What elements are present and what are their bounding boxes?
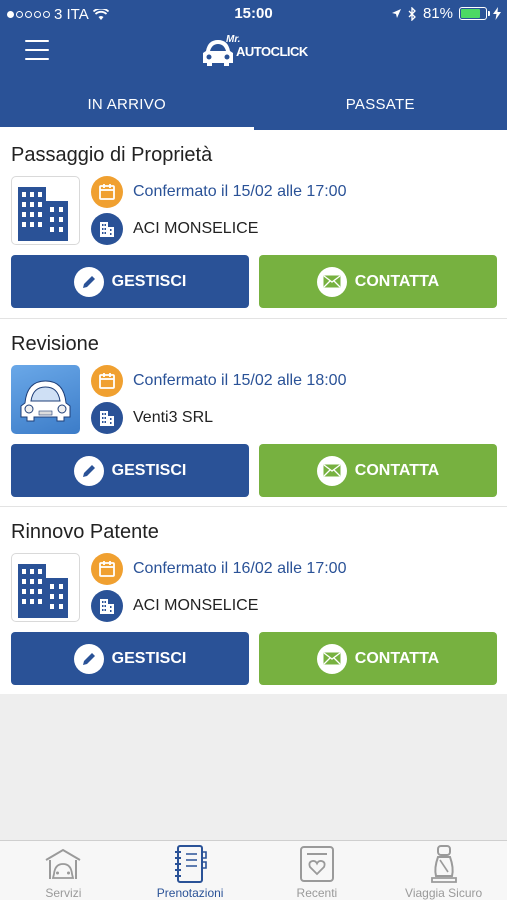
gestisci-button[interactable]: GESTISCI <box>11 255 249 308</box>
booking-status: Confermato il 15/02 alle 18:00 <box>133 372 347 389</box>
tabbar-label: Prenotazioni <box>156 886 224 900</box>
app-logo: Mr. AUTOCLICK <box>200 34 310 70</box>
envelope-icon <box>316 455 347 486</box>
gestisci-label: GESTISCI <box>111 272 187 290</box>
agenda-icon <box>170 844 210 884</box>
booking-status: Confermato il 15/02 alle 17:00 <box>133 183 347 200</box>
tabbar-label: Servizi <box>45 886 82 900</box>
car-icon <box>11 365 80 434</box>
bookings-list: Passaggio di Proprietà Confermato il 15/… <box>0 130 507 694</box>
office-icon <box>91 213 123 245</box>
pencil-icon <box>73 455 104 486</box>
contatta-label: CONTATTA <box>354 461 440 479</box>
gestisci-label: GESTISCI <box>111 461 187 479</box>
booking-title: Revisione <box>11 333 99 355</box>
bluetooth-icon <box>408 6 416 21</box>
calendar-icon <box>91 365 123 397</box>
booking-place: ACI MONSELICE <box>133 597 259 614</box>
tabs: IN ARRIVO PASSATE <box>0 88 507 130</box>
office-icon <box>91 402 123 434</box>
status-bar: 3 ITA 15:00 81% <box>0 0 507 28</box>
booking-card: Revisione Confermato il 15/02 alle 18:00… <box>0 318 507 506</box>
tab-passate[interactable]: PASSATE <box>254 88 507 130</box>
battery-percent: 81% <box>422 5 453 22</box>
booking-place: Venti3 SRL <box>133 409 214 426</box>
booking-card: Passaggio di Proprietà Confermato il 15/… <box>0 130 507 318</box>
booking-title: Rinnovo Patente <box>11 521 159 543</box>
booking-status: Confermato il 16/02 alle 17:00 <box>133 560 347 577</box>
gestisci-button[interactable]: GESTISCI <box>11 444 249 497</box>
building-icon <box>11 553 80 622</box>
contatta-button[interactable]: CONTATTA <box>259 444 497 497</box>
envelope-icon <box>316 266 347 297</box>
booking-place: ACI MONSELICE <box>133 220 259 237</box>
calendar-icon <box>91 176 123 208</box>
pencil-icon <box>73 643 104 674</box>
calendar-icon <box>91 553 123 585</box>
menu-button[interactable] <box>25 40 49 60</box>
tabbar-item-viaggia-sicuro[interactable]: Viaggia Sicuro <box>380 841 507 900</box>
contatta-button[interactable]: CONTATTA <box>259 632 497 685</box>
tabbar-item-recenti[interactable]: Recenti <box>254 841 381 900</box>
location-icon <box>391 9 401 18</box>
contatta-label: CONTATTA <box>354 649 440 667</box>
contatta-label: CONTATTA <box>354 272 440 290</box>
gestisci-button[interactable]: GESTISCI <box>11 632 249 685</box>
garage-icon <box>43 844 83 884</box>
charging-icon <box>493 7 501 20</box>
favorite-icon <box>297 844 337 884</box>
contatta-button[interactable]: CONTATTA <box>259 255 497 308</box>
tabbar-item-prenotazioni[interactable]: Prenotazioni <box>127 841 254 900</box>
tabbar-label: Recenti <box>296 886 338 900</box>
logo-name: AUTOCLICK <box>236 44 308 59</box>
office-icon <box>91 590 123 622</box>
building-icon <box>11 176 80 245</box>
tabbar-item-servizi[interactable]: Servizi <box>0 841 127 900</box>
pencil-icon <box>73 266 104 297</box>
bottom-tabbar: Servizi Prenotazioni Recenti Viaggia Sic… <box>0 840 507 900</box>
gestisci-label: GESTISCI <box>111 649 187 667</box>
tabbar-label: Viaggia Sicuro <box>405 886 483 900</box>
booking-card: Rinnovo Patente Confermato il 16/02 alle… <box>0 506 507 694</box>
tab-in-arrivo[interactable]: IN ARRIVO <box>0 88 254 130</box>
car-seat-icon <box>424 844 464 884</box>
envelope-icon <box>316 643 347 674</box>
app-header: 3 ITA 15:00 81% Mr. AUTOCLICK IN ARRIVO … <box>0 0 507 130</box>
battery-icon <box>459 7 490 20</box>
booking-title: Passaggio di Proprietà <box>11 144 213 166</box>
